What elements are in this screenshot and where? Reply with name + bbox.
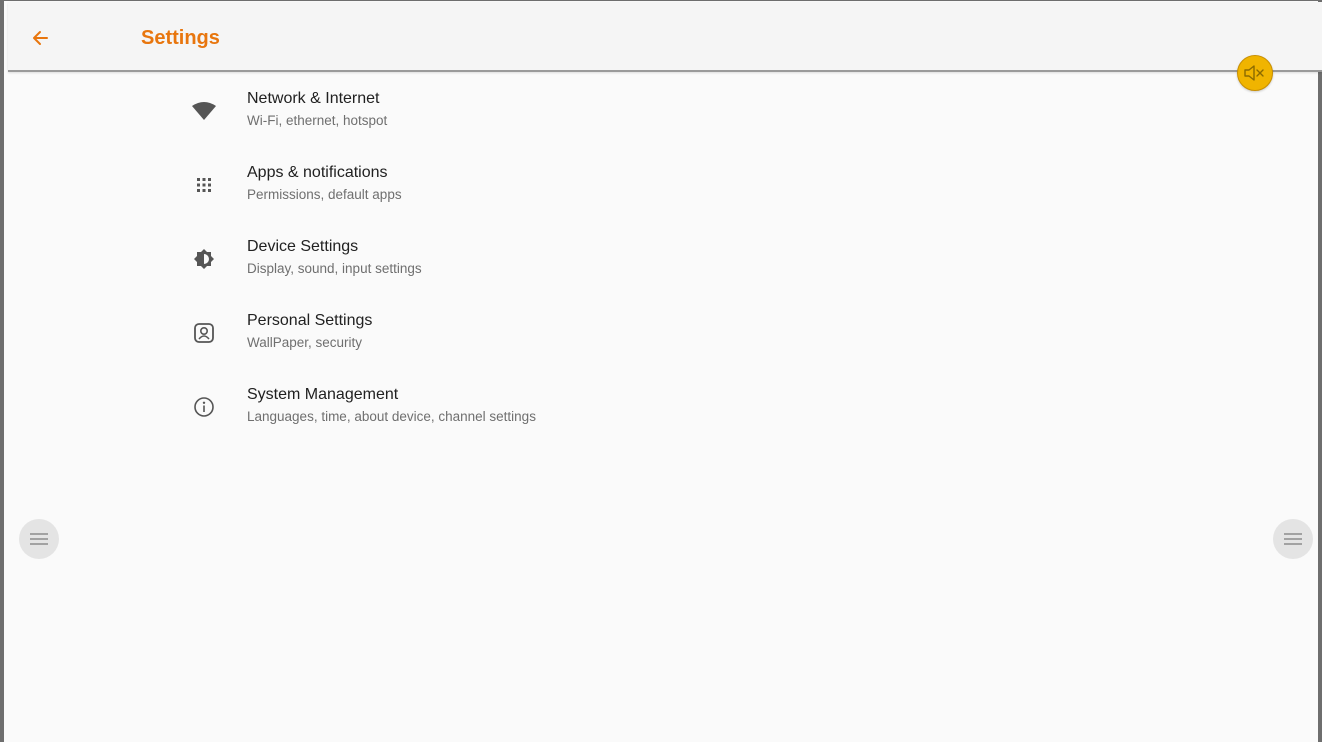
arrow-back-icon [33, 31, 48, 45]
settings-window: Settings Network & Internet Wi-Fi, ether… [0, 0, 1322, 742]
app-bar: Settings [8, 2, 1322, 72]
settings-item-label: Network & Internet [247, 90, 380, 107]
apps-grid-icon [188, 169, 220, 201]
settings-item-personal[interactable]: Personal Settings WallPaper, security [184, 303, 784, 377]
settings-item-subtitle: Languages, time, about device, channel s… [247, 409, 536, 424]
settings-item-label: Device Settings [247, 238, 359, 255]
menu-icon [1284, 533, 1302, 545]
settings-item-apps[interactable]: Apps & notifications Permissions, defaul… [184, 155, 784, 229]
settings-item-subtitle: Permissions, default apps [247, 187, 402, 202]
settings-item-subtitle: Display, sound, input settings [247, 261, 422, 276]
settings-item-label: System Management [247, 386, 399, 403]
mute-button[interactable] [1237, 55, 1273, 91]
settings-item-subtitle: Wi-Fi, ethernet, hotspot [247, 113, 388, 128]
settings-item-system[interactable]: System Management Languages, time, about… [184, 377, 784, 451]
back-button[interactable] [26, 24, 54, 52]
settings-item-network[interactable]: Network & Internet Wi-Fi, ethernet, hots… [184, 81, 784, 155]
wifi-icon [188, 95, 220, 127]
volume-mute-icon [1244, 65, 1264, 81]
left-menu-button[interactable] [19, 519, 59, 559]
settings-list: Network & Internet Wi-Fi, ethernet, hots… [184, 81, 784, 451]
right-menu-button[interactable] [1273, 519, 1313, 559]
page-title: Settings [141, 27, 220, 49]
brightness-icon [188, 243, 220, 275]
settings-item-label: Apps & notifications [247, 164, 388, 181]
personal-icon [188, 317, 220, 349]
settings-item-device[interactable]: Device Settings Display, sound, input se… [184, 229, 784, 303]
settings-item-label: Personal Settings [247, 312, 373, 329]
menu-icon [30, 533, 48, 545]
info-icon [188, 391, 220, 423]
settings-item-subtitle: WallPaper, security [247, 335, 363, 350]
